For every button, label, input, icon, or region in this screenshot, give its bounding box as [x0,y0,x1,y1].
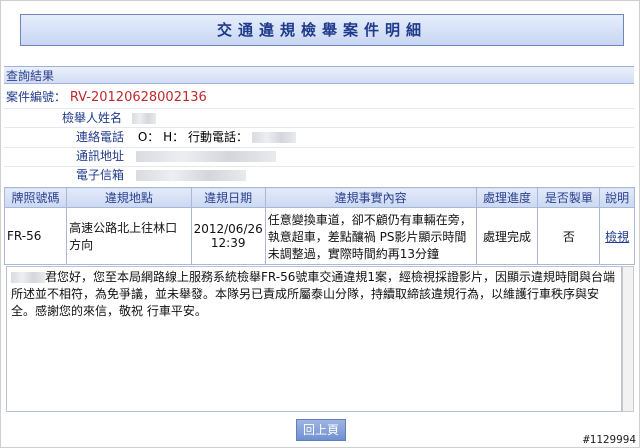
reporter-email-row: 電子信箱 [76,167,246,184]
violation-table: 牌照號碼 違規地點 違規日期 違規事實內容 處理進度 是否製單 說明 FR-56… [3,187,635,265]
redacted-name [131,113,156,124]
col-ticketed-header: 是否製單 [537,187,601,208]
redacted-address [135,151,276,162]
col-location-header: 違規地點 [66,187,192,208]
reporter-phone-row: 連絡電話 O： H： 行動電話： [76,129,296,146]
table-row: FR-56 高速公路北上往林口方向 2012/06/26 12:39 任意變換車… [3,207,635,265]
col-date-header: 違規日期 [190,187,266,208]
reporter-address-row: 通訊地址 [76,148,276,165]
reporter-phone-label: 連絡電話 [76,130,125,144]
divider [4,127,634,128]
reporter-email-label: 電子信箱 [76,168,125,182]
case-number-row: 案件編號： RV-20120628002136 [6,89,207,106]
cell-date-day: 2012/06/26 [193,222,263,236]
col-plate-header: 牌照號碼 [3,187,68,208]
page-title: 交通違規檢舉案件明細 [20,14,624,46]
reporter-name-row: 檢舉人姓名 [62,110,156,127]
view-link[interactable]: 檢視 [605,230,629,244]
reporter-name-label: 檢舉人姓名 [62,111,123,125]
cell-fact: 任意變換車道，卻不顧仍有車輛在旁，執意超車，差點釀禍 PS影片顯示時間未調整過，… [264,207,477,265]
table-header-row: 牌照號碼 違規地點 違規日期 違規事實內容 處理進度 是否製單 說明 [3,187,635,208]
reply-text: 君您好，您至本局網路線上服務系統檢舉FR-56號車交通違規1案，經檢視採證影片，… [11,270,615,318]
cell-status: 處理完成 [475,207,539,265]
col-status-header: 處理進度 [475,187,539,208]
reporter-address-label: 通訊地址 [76,149,125,163]
redacted-phone [251,132,296,143]
col-action-header: 說明 [599,187,635,208]
divider [4,108,634,109]
back-button[interactable]: 回上頁 [296,419,346,441]
watermark-text: #1129994 [583,433,636,446]
cell-date-time: 12:39 [210,236,246,250]
reporter-phone-value: O： H： 行動電話： [137,130,248,144]
cell-plate: FR-56 [3,207,68,265]
redacted-recipient [11,272,45,283]
result-heading: 查詢結果 [4,66,634,84]
redacted-email [135,170,246,181]
col-fact-header: 違規事實內容 [264,187,477,208]
cell-action: 檢視 [599,207,635,265]
cell-date: 2012/06/26 12:39 [190,207,266,265]
case-number-label: 案件編號： [6,90,67,104]
reply-scrollbar[interactable] [622,266,634,412]
case-number-value: RV-20120628002136 [69,90,207,105]
reply-textarea[interactable]: 君您好，您至本局網路線上服務系統檢舉FR-56號車交通違規1案，經檢視採證影片，… [6,266,622,412]
cell-location: 高速公路北上往林口方向 [66,207,192,265]
cell-ticketed: 否 [537,207,601,265]
